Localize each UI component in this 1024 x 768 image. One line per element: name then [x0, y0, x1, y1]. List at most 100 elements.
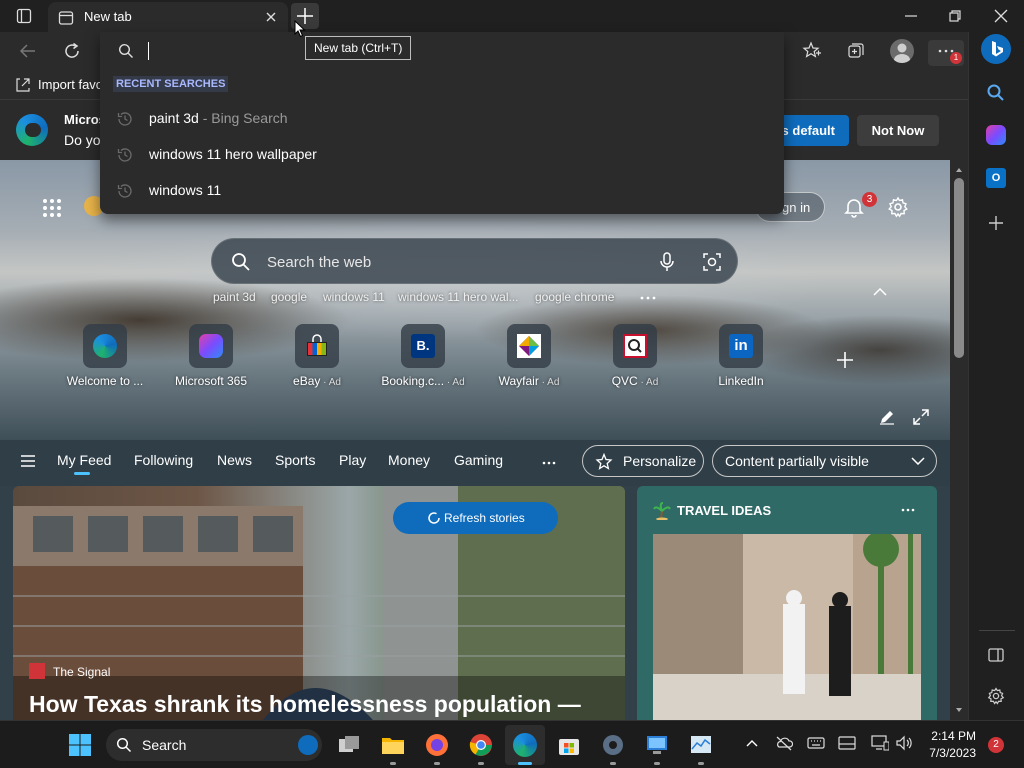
- scroll-up-icon[interactable]: [956, 168, 962, 172]
- refresh-stories-button[interactable]: Refresh stories: [393, 502, 558, 534]
- address-bar-input[interactable]: [100, 32, 784, 70]
- quick-link-booking[interactable]: B.: [401, 324, 445, 368]
- display-icon[interactable]: [838, 736, 856, 750]
- story-title[interactable]: How Texas shrank its homelessness popula…: [29, 691, 581, 718]
- restore-icon[interactable]: [945, 6, 965, 26]
- notifications-bell-icon[interactable]: 3: [843, 192, 877, 218]
- profile-avatar[interactable]: [890, 39, 914, 63]
- edit-background-icon[interactable]: [878, 408, 896, 426]
- chrome-icon[interactable]: [469, 733, 493, 757]
- quick-link-wayfair[interactable]: [507, 324, 551, 368]
- tab-new-tab[interactable]: New tab: [48, 2, 288, 32]
- clock-date[interactable]: 7/3/2023: [924, 746, 976, 760]
- expand-icon[interactable]: [912, 408, 930, 426]
- minimize-icon[interactable]: [901, 6, 921, 26]
- favorites-icon[interactable]: [802, 41, 822, 61]
- sidebar-search-icon[interactable]: [986, 83, 1006, 103]
- sidebar-settings-icon[interactable]: [987, 687, 1005, 705]
- back-icon[interactable]: [18, 42, 38, 60]
- quick-link-linkedin[interactable]: in: [719, 324, 763, 368]
- start-windows-icon[interactable]: [68, 733, 92, 757]
- quick-link-qvc[interactable]: [613, 324, 657, 368]
- collections-icon[interactable]: [846, 41, 866, 61]
- apps-launcher-icon[interactable]: [42, 198, 62, 218]
- volume-icon[interactable]: [895, 735, 913, 751]
- taskbar-search-box[interactable]: Search: [106, 729, 322, 761]
- microphone-icon[interactable]: [659, 252, 675, 272]
- task-view-icon[interactable]: [337, 733, 361, 757]
- hide-sidebar-icon[interactable]: [987, 646, 1005, 664]
- trending-search[interactable]: windows 11: [323, 290, 385, 304]
- tab-sports[interactable]: Sports: [275, 452, 315, 468]
- keyboard-icon[interactable]: [807, 736, 825, 750]
- not-now-button[interactable]: Not Now: [857, 115, 939, 146]
- sidebar-outlook-icon[interactable]: O: [986, 168, 1006, 188]
- settings-more-button[interactable]: 1: [928, 40, 964, 66]
- visual-search-icon[interactable]: [702, 252, 722, 272]
- tab-actions-icon[interactable]: [16, 8, 32, 24]
- collapse-chevron-up-icon[interactable]: [873, 288, 887, 296]
- file-explorer-icon[interactable]: [381, 733, 405, 757]
- mouse-pointer-icon: [294, 20, 306, 38]
- content-visibility-dropdown[interactable]: Content partially visible: [712, 445, 937, 477]
- remote-desktop-icon[interactable]: [645, 733, 669, 757]
- recent-search-item[interactable]: windows 11 hero wallpaper: [100, 138, 784, 172]
- page-settings-gear-icon[interactable]: [887, 196, 909, 218]
- travel-ideas-card: TRAVEL IDEAS: [637, 486, 937, 720]
- trending-search[interactable]: windows 11 hero wal...: [398, 290, 519, 304]
- more-tabs-icon[interactable]: [542, 461, 556, 465]
- tab-my-feed[interactable]: My Feed: [57, 452, 111, 468]
- bing-chat-icon[interactable]: [981, 34, 1011, 64]
- tab-money[interactable]: Money: [388, 452, 430, 468]
- quick-link-label: QVC · Ad: [611, 374, 659, 388]
- recent-search-item[interactable]: paint 3d - Bing Search: [100, 102, 784, 136]
- chevron-down-icon: [911, 457, 925, 465]
- trending-search[interactable]: paint 3d: [213, 290, 256, 304]
- firefox-icon[interactable]: [425, 733, 449, 757]
- import-favorites-link[interactable]: Import favo: [38, 77, 103, 92]
- taskbar-bing-icon: [298, 735, 318, 755]
- trending-search[interactable]: google: [271, 290, 307, 304]
- publisher-logo-icon: [29, 663, 45, 679]
- onedrive-icon[interactable]: [775, 735, 793, 751]
- running-indicator: [698, 762, 704, 765]
- page-scrollbar[interactable]: [950, 160, 968, 720]
- trending-search[interactable]: google chrome: [535, 290, 614, 304]
- close-tab-icon[interactable]: [264, 10, 278, 24]
- scroll-thumb[interactable]: [954, 178, 964, 358]
- recent-search-item[interactable]: windows 11: [100, 174, 784, 208]
- settings-app-icon[interactable]: [601, 733, 625, 757]
- more-trending-icon[interactable]: [640, 296, 656, 300]
- resource-monitor-icon[interactable]: [689, 733, 713, 757]
- address-search-icon: [118, 43, 134, 59]
- recent-searches-heading: RECENT SEARCHES: [113, 76, 229, 92]
- card-more-icon[interactable]: [901, 508, 915, 512]
- sidebar-add-icon[interactable]: [987, 214, 1005, 232]
- refresh-icon[interactable]: [62, 41, 82, 61]
- taskbar-edge-button[interactable]: [505, 725, 545, 765]
- hamburger-menu-icon[interactable]: [20, 454, 36, 468]
- close-window-icon[interactable]: [991, 6, 1011, 26]
- quick-link-welcome[interactable]: [83, 324, 127, 368]
- scroll-down-icon[interactable]: [956, 708, 962, 712]
- tab-play[interactable]: Play: [339, 452, 366, 468]
- recent-search-text: windows 11: [149, 182, 222, 198]
- web-search-box[interactable]: Search the web: [211, 238, 738, 284]
- feed-navigation: My Feed Following News Sports Play Money…: [0, 440, 950, 486]
- tab-following[interactable]: Following: [134, 452, 193, 468]
- quick-link-microsoft-365[interactable]: [189, 324, 233, 368]
- add-quick-link-icon[interactable]: [835, 350, 855, 370]
- sidebar-microsoft-365-icon[interactable]: [986, 125, 1006, 145]
- travel-image[interactable]: [653, 534, 921, 720]
- notification-center-badge[interactable]: 2: [988, 737, 1004, 753]
- personalize-button[interactable]: Personalize: [582, 445, 704, 477]
- tab-gaming[interactable]: Gaming: [454, 452, 503, 468]
- quick-link-ebay[interactable]: [295, 324, 339, 368]
- show-hidden-icons-chevron-icon[interactable]: [746, 739, 758, 747]
- clock-time[interactable]: 2:14 PM: [930, 729, 976, 743]
- qvc-icon: [623, 334, 647, 358]
- network-icon[interactable]: [871, 735, 889, 751]
- story-card[interactable]: Refresh stories The Signal How Texas shr…: [13, 486, 625, 720]
- tab-news[interactable]: News: [217, 452, 252, 468]
- microsoft-store-icon[interactable]: [557, 733, 581, 757]
